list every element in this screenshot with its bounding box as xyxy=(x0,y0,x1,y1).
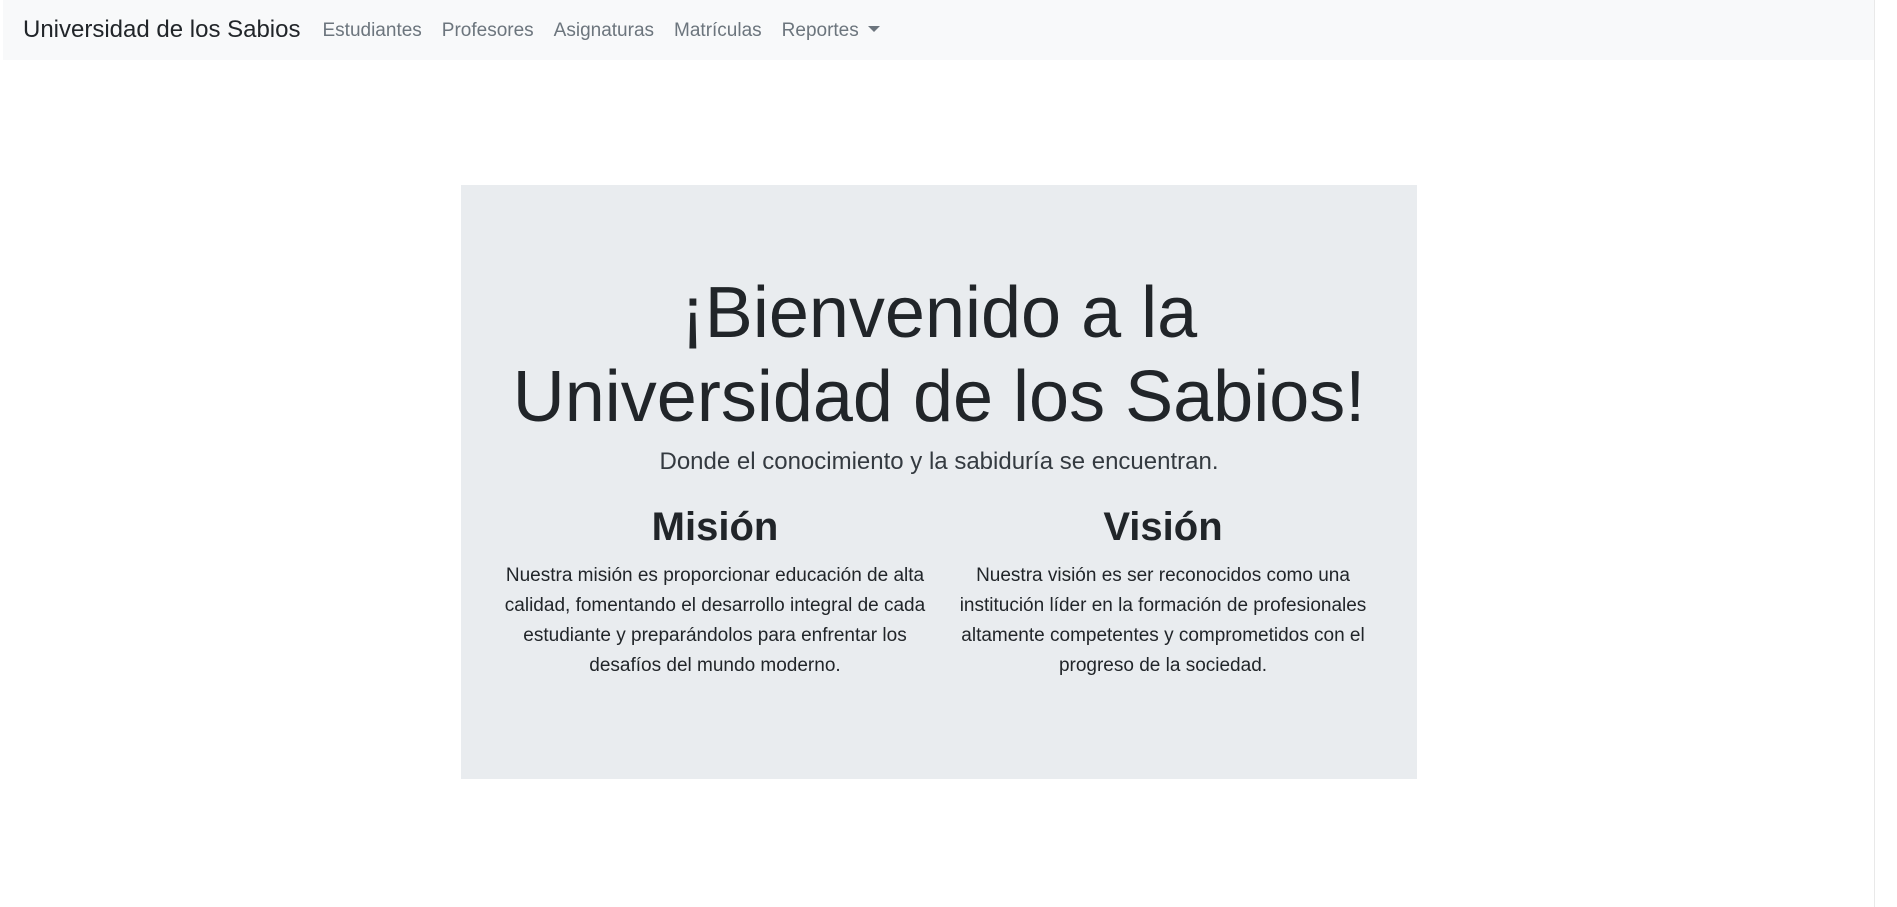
mission-text: Nuestra misión es proporcionar educación… xyxy=(504,565,926,676)
navbar-brand[interactable]: Universidad de los Sabios xyxy=(23,18,301,42)
vision-text: Nuestra visión es ser reconocidos como u… xyxy=(959,565,1367,676)
nav-link-profesores[interactable]: Profesores xyxy=(432,21,544,40)
hero-title: ¡Bienvenido a la Universidad de los Sabi… xyxy=(512,273,1366,437)
nav-dropdown-reportes-label: Reportes xyxy=(781,19,859,41)
nav-link-matriculas[interactable]: Matrículas xyxy=(664,21,772,40)
caret-down-icon xyxy=(867,25,880,32)
welcome-jumbotron: ¡Bienvenido a la Universidad de los Sabi… xyxy=(461,185,1417,779)
navbar: Universidad de los Sabios Estudiantes Pr… xyxy=(3,0,1874,60)
mission-column: Misión Nuestra misión es proporcionar ed… xyxy=(491,503,939,681)
mission-vision-row: Misión Nuestra misión es proporcionar ed… xyxy=(491,503,1387,681)
hero-subtitle: Donde el conocimiento y la sabiduría se … xyxy=(659,448,1219,475)
nav-dropdown-reportes[interactable]: Reportes xyxy=(772,21,890,40)
mission-heading: Misión xyxy=(651,505,779,549)
vertical-scrollbar[interactable] xyxy=(1874,0,1897,907)
nav-link-estudiantes[interactable]: Estudiantes xyxy=(313,21,432,40)
vision-heading: Visión xyxy=(1103,505,1223,549)
vision-column: Visión Nuestra visión es ser reconocidos… xyxy=(939,503,1387,681)
nav-link-asignaturas[interactable]: Asignaturas xyxy=(544,21,664,40)
nav-links: Estudiantes Profesores Asignaturas Matrí… xyxy=(313,21,890,40)
